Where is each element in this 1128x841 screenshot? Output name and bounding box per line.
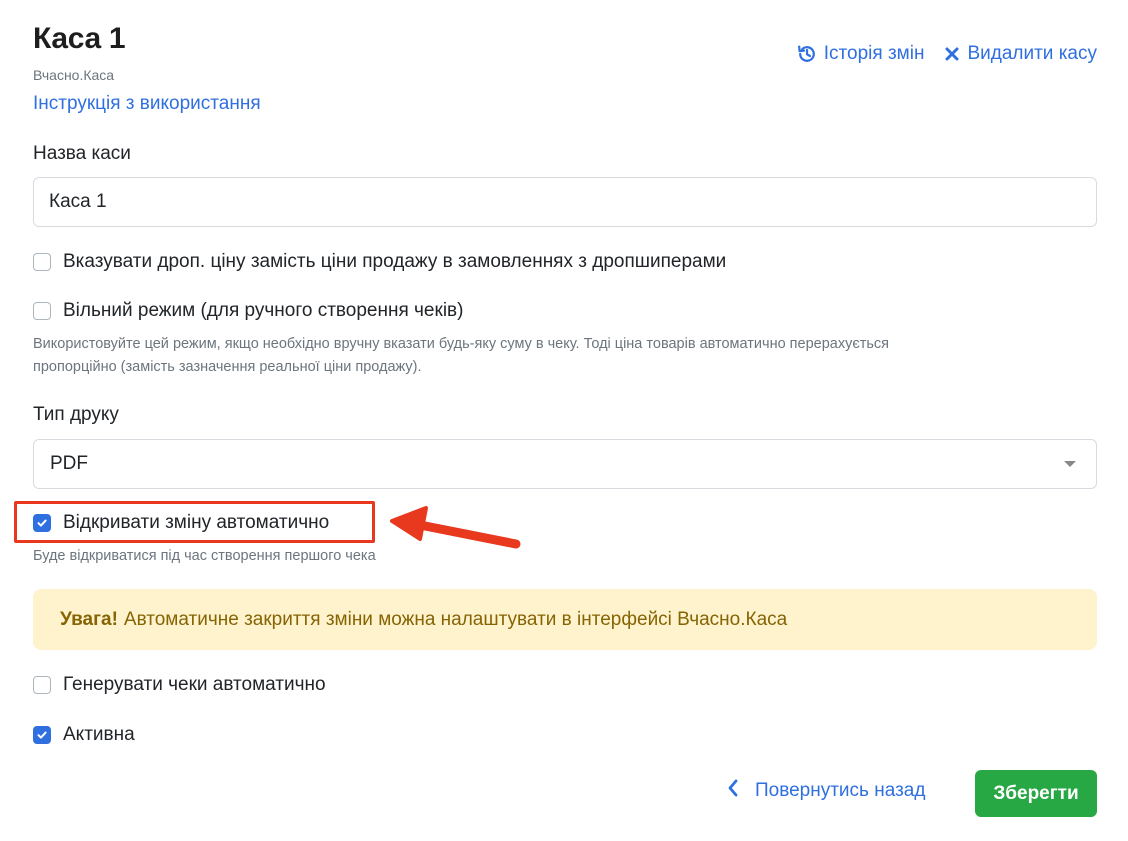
history-label: Історія змін [823, 43, 925, 64]
auto-receipts-label: Генерувати чеки автоматично [63, 674, 326, 695]
save-button[interactable]: Зберегти [975, 770, 1097, 817]
auto-open-shift-hint: Буде відкриватися під час створення перш… [33, 548, 376, 564]
drop-price-checkbox[interactable] [33, 253, 51, 271]
annotation-highlight-box [14, 501, 375, 543]
warning-alert: Увага! Автоматичне закриття зміни можна … [33, 589, 1097, 650]
active-label: Активна [63, 724, 135, 745]
alert-text: Автоматичне закриття зміни можна налашту… [123, 608, 788, 630]
active-checkbox-row[interactable]: Активна [33, 724, 135, 746]
top-actions: Історія змін Видалити касу [797, 43, 1097, 65]
free-mode-checkbox-row[interactable]: Вільний режим (для ручного створення чек… [33, 300, 463, 322]
active-checkbox[interactable] [33, 726, 51, 744]
free-mode-hint-line-2: пропорційно (замість зазначення реальної… [33, 359, 422, 375]
free-mode-label: Вільний режим (для ручного створення чек… [63, 300, 464, 321]
auto-receipts-checkbox[interactable] [33, 676, 51, 694]
free-mode-hint-line-1: Використовуйте цей режим, якщо необхідно… [33, 336, 890, 352]
annotation-arrow-icon [390, 506, 521, 549]
back-label: Повернутись назад [755, 780, 926, 801]
register-name-label: Назва каси [33, 143, 131, 164]
close-icon [944, 46, 960, 62]
auto-receipts-checkbox-row[interactable]: Генерувати чеки автоматично [33, 674, 326, 696]
back-button[interactable]: Повернутись назад [727, 779, 925, 803]
free-mode-hint: Використовуйте цей режим, якщо необхідно… [33, 333, 889, 379]
drop-price-label: Вказувати дроп. ціну замість ціни продаж… [63, 251, 727, 272]
chevron-down-icon [1064, 461, 1076, 467]
cash-register-settings-page: Каса 1 Вчасно.Каса Інструкція з використ… [0, 0, 1128, 841]
page-subtitle: Вчасно.Каса [33, 67, 115, 83]
chevron-left-icon [727, 779, 739, 803]
check-icon [37, 731, 47, 739]
print-type-select[interactable]: PDF [33, 439, 1097, 489]
print-type-value: PDF [50, 453, 88, 474]
history-button[interactable]: Історія змін [797, 43, 925, 65]
delete-register-button[interactable]: Видалити касу [944, 43, 1097, 65]
alert-strong: Увага! [60, 608, 118, 630]
history-icon [797, 44, 817, 64]
page-title: Каса 1 [33, 22, 126, 55]
free-mode-checkbox[interactable] [33, 302, 51, 320]
instruction-link[interactable]: Інструкція з використання [33, 93, 261, 115]
delete-register-label: Видалити касу [967, 43, 1097, 64]
register-name-input[interactable] [33, 177, 1097, 227]
print-type-label: Тип друку [33, 404, 119, 425]
drop-price-checkbox-row[interactable]: Вказувати дроп. ціну замість ціни продаж… [33, 251, 726, 273]
